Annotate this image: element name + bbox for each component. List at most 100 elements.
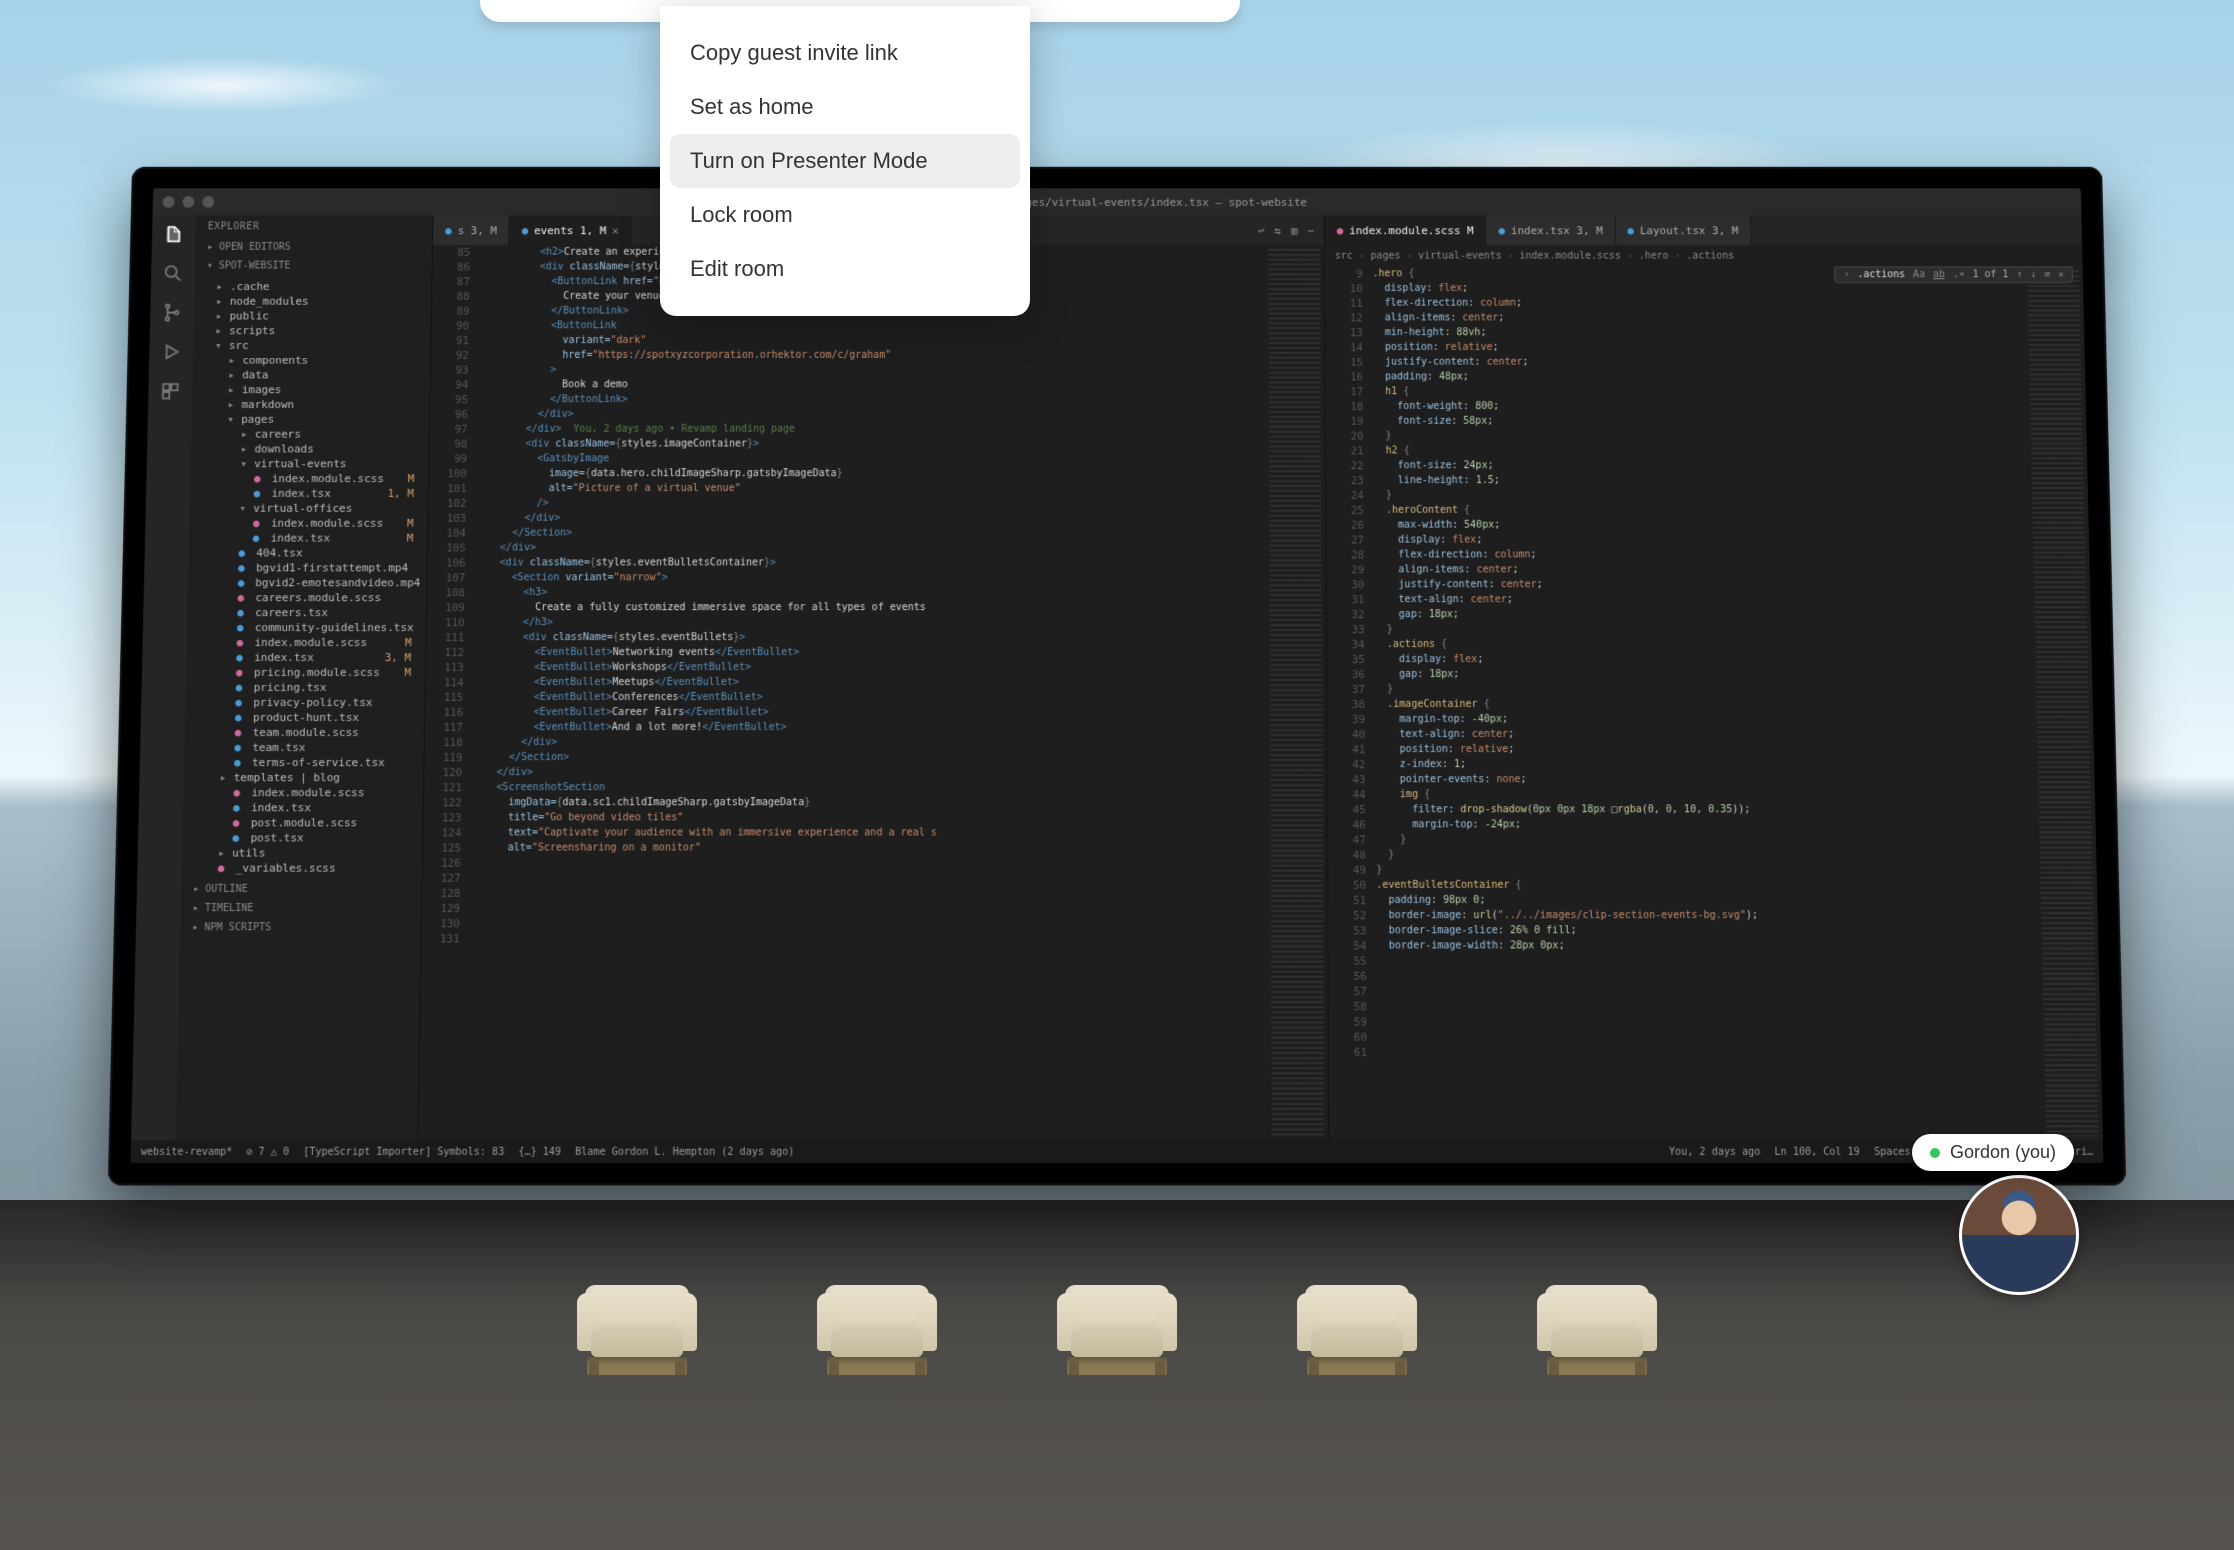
match-case-icon[interactable]: Aa — [1913, 269, 1925, 280]
match-word-icon[interactable]: ab — [1933, 269, 1945, 280]
split-icon[interactable]: ▥ — [1291, 224, 1298, 237]
extensions-icon[interactable] — [159, 380, 181, 402]
statusbar-item[interactable]: Blame Gordon L. Hempton (2 days ago) — [575, 1146, 794, 1157]
search-icon[interactable] — [162, 263, 184, 285]
debug-icon[interactable] — [160, 341, 182, 363]
find-input[interactable]: .actions — [1857, 269, 1905, 280]
file-row[interactable]: ●team.module.scss — [184, 725, 424, 740]
open-editors-section[interactable]: OPEN EDITORS — [195, 238, 432, 257]
editor-tab[interactable]: ●index.tsx 3, M — [1486, 216, 1615, 245]
editor-tab[interactable]: ●Layout.tsx 3, M — [1615, 216, 1751, 245]
menu-item[interactable]: Set as home — [670, 80, 1020, 134]
menu-item[interactable]: Lock room — [670, 188, 1020, 242]
find-collapse-icon[interactable]: › — [1843, 269, 1849, 280]
find-close-icon[interactable]: ✕ — [2058, 269, 2064, 280]
minimap[interactable] — [1264, 245, 1328, 1141]
outline-section[interactable]: OUTLINE — [181, 880, 422, 899]
file-row[interactable]: ●index.tsx3, M — [186, 650, 425, 665]
maximize-dot-icon[interactable] — [202, 196, 214, 208]
left-code-area[interactable]: 8586878889909192939495969798991001011021… — [418, 245, 1328, 1141]
editor-tab[interactable]: ●s 3, M — [433, 216, 510, 245]
right-code-area[interactable]: › .actions Aa ab .∗ 1 of 1 ↑ ↓ ≡ ✕ — [1325, 266, 2103, 1140]
regex-icon[interactable]: .∗ — [1953, 269, 1965, 280]
user-avatar[interactable] — [1959, 1175, 2079, 1295]
breadcrumb-segment[interactable]: src — [1335, 250, 1353, 261]
breadcrumb-segment[interactable]: pages — [1371, 250, 1401, 261]
folder-row[interactable]: ▸downloads — [191, 442, 429, 457]
folder-row[interactable]: ▾src — [193, 338, 430, 353]
close-dot-icon[interactable] — [163, 196, 175, 208]
chair[interactable] — [1537, 1285, 1657, 1375]
file-row[interactable]: ●index.module.scssM — [190, 471, 428, 486]
editor-tab[interactable]: ●index.module.scss M — [1325, 216, 1487, 245]
folder-row[interactable]: ▸markdown — [192, 397, 430, 412]
file-row[interactable]: ●privacy-policy.tsx — [185, 695, 424, 710]
file-row[interactable]: ●community-guidelines.tsx — [187, 620, 426, 635]
file-row[interactable]: ●bgvid1-firstattempt.mp4 — [188, 560, 427, 575]
chair[interactable] — [1057, 1285, 1177, 1375]
file-row[interactable]: ●index.tsx — [183, 800, 423, 815]
chair[interactable] — [817, 1285, 937, 1375]
find-next-icon[interactable]: ↓ — [2030, 269, 2036, 280]
folder-row[interactable]: ▸data — [192, 368, 430, 383]
folder-row[interactable]: ▸images — [192, 382, 430, 397]
more-icon[interactable]: ⋯ — [1307, 224, 1314, 237]
file-row[interactable]: ●careers.module.scss — [187, 590, 426, 605]
go-back-icon[interactable]: ↩ — [1258, 224, 1265, 237]
file-row[interactable]: ●index.tsxM — [189, 531, 428, 546]
file-row[interactable]: ●post.tsx — [182, 830, 422, 845]
folder-row[interactable]: ▾virtual-events — [190, 456, 428, 471]
statusbar-item[interactable]: ⊘ 7 △ 0 — [246, 1146, 289, 1157]
file-row[interactable]: ●404.tsx — [188, 546, 427, 561]
folder-row[interactable]: ▸components — [193, 353, 431, 368]
folder-row[interactable]: ▸careers — [191, 427, 429, 442]
file-row[interactable]: ●post.module.scss — [182, 815, 422, 830]
find-prev-icon[interactable]: ↑ — [2016, 269, 2022, 280]
right-breadcrumbs[interactable]: src›pages›virtual-events›index.module.sc… — [1325, 245, 2083, 267]
find-widget[interactable]: › .actions Aa ab .∗ 1 of 1 ↑ ↓ ≡ ✕ — [1834, 266, 2073, 283]
close-icon[interactable]: ✕ — [612, 224, 619, 237]
minimize-dot-icon[interactable] — [182, 196, 194, 208]
statusbar-item[interactable]: You, 2 days ago — [1669, 1146, 1761, 1157]
file-row[interactable]: ●bgvid2-emotesandvideo.mp4 — [188, 575, 427, 590]
breadcrumb-segment[interactable]: virtual-events — [1418, 250, 1502, 261]
file-row[interactable]: ●pricing.module.scssM — [186, 665, 425, 680]
breadcrumb-segment[interactable]: .hero — [1639, 250, 1669, 261]
file-row[interactable]: ●careers.tsx — [187, 605, 426, 620]
statusbar-item[interactable]: {…} 149 — [518, 1146, 561, 1157]
folder-row[interactable]: ▸templates | blog — [183, 770, 423, 785]
folder-row[interactable]: ▸utils — [182, 845, 422, 860]
chair[interactable] — [1297, 1285, 1417, 1375]
find-selection-icon[interactable]: ≡ — [2044, 269, 2050, 280]
file-row[interactable]: ●team.tsx — [184, 740, 424, 755]
menu-item[interactable]: Edit room — [670, 242, 1020, 296]
folder-row[interactable]: ▸public — [194, 309, 431, 324]
breadcrumb-segment[interactable]: index.module.scss — [1519, 250, 1620, 261]
breadcrumb-segment[interactable]: .actions — [1686, 250, 1734, 261]
file-row[interactable]: ●index.module.scssM — [186, 635, 425, 650]
menu-item[interactable]: Copy guest invite link — [670, 26, 1020, 80]
file-row[interactable]: ●index.tsx1, M — [190, 486, 428, 501]
folder-row[interactable]: ▾virtual-offices — [189, 501, 427, 516]
compare-icon[interactable]: ⇆ — [1274, 224, 1281, 237]
file-row[interactable]: ●product-hunt.tsx — [185, 710, 425, 725]
menu-item[interactable]: Turn on Presenter Mode — [670, 134, 1020, 188]
npm-scripts-section[interactable]: NPM SCRIPTS — [180, 918, 421, 937]
file-row[interactable]: ●_variables.scss — [181, 861, 421, 876]
folder-row[interactable]: ▸node_modules — [194, 294, 431, 309]
chair[interactable] — [577, 1285, 697, 1375]
file-row[interactable]: ●terms-of-service.tsx — [184, 755, 424, 770]
timeline-section[interactable]: TIMELINE — [180, 899, 421, 918]
source-control-icon[interactable] — [161, 302, 183, 324]
file-row[interactable]: ●index.module.scssM — [189, 516, 427, 531]
workspace-section[interactable]: SPOT-WEBSITE — [195, 257, 432, 276]
file-row[interactable]: ●pricing.tsx — [185, 680, 424, 695]
folder-row[interactable]: ▸.cache — [194, 279, 431, 294]
folder-row[interactable]: ▾pages — [191, 412, 429, 427]
folder-row[interactable]: ▸scripts — [193, 323, 430, 338]
statusbar-item[interactable]: [TypeScript Importer] Symbols: 83 — [303, 1146, 504, 1157]
presence-pill[interactable]: Gordon (you) — [1912, 1134, 2074, 1171]
statusbar-item[interactable]: website-revamp* — [141, 1146, 233, 1157]
files-icon[interactable] — [163, 223, 185, 245]
window-controls[interactable] — [163, 196, 215, 208]
